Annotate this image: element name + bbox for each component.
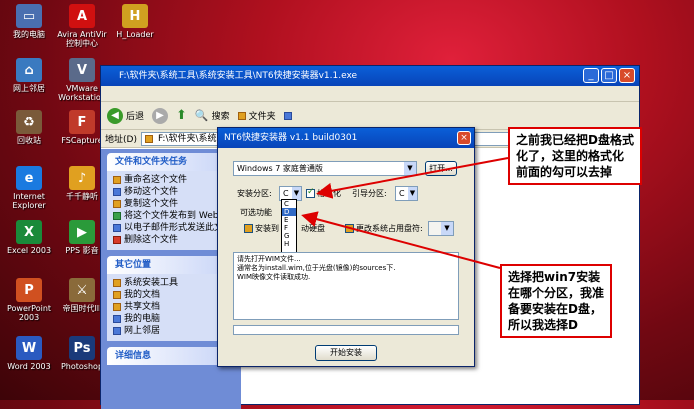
arrow-to-dropdown xyxy=(301,211,501,269)
callout-format-note: 之前我已经把D盘格式化了，这里的格式化前面的勾可以去掉 xyxy=(508,127,642,185)
callout-partition-note: 选择把win7安装在哪个分区，我准备要安装在D盘，所以我选择D xyxy=(500,264,612,338)
arrow-to-format xyxy=(316,157,509,199)
annotation-arrows xyxy=(301,157,509,269)
